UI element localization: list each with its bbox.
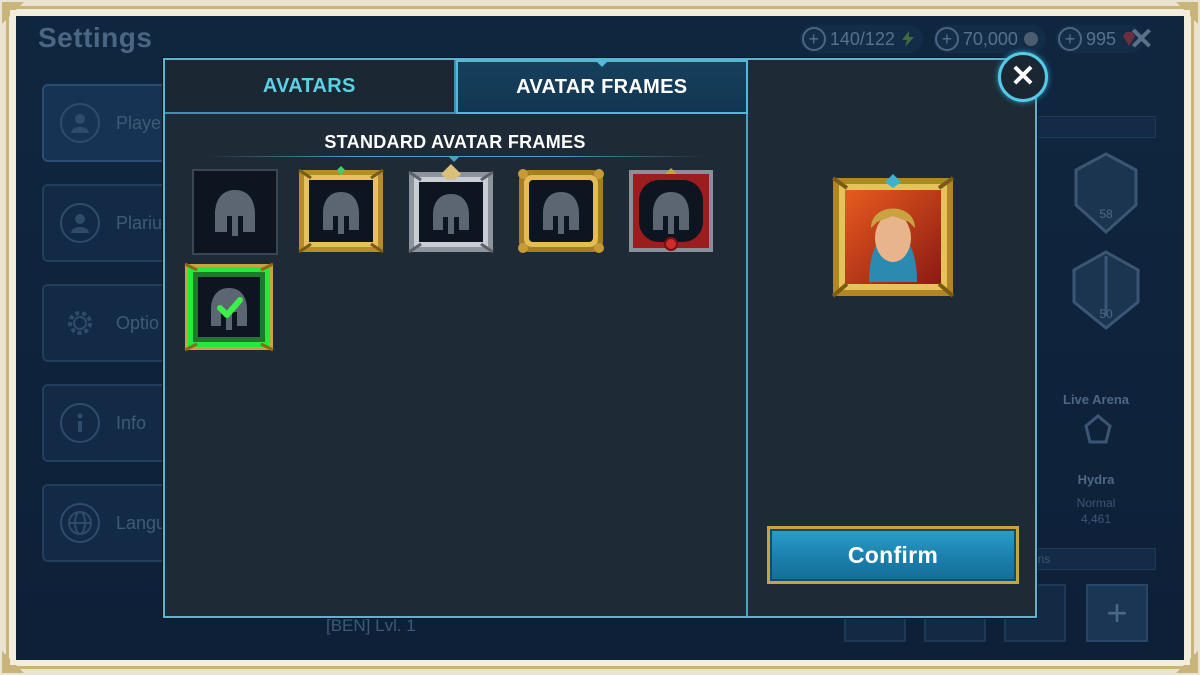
energy-counter[interactable]: + 140/122 xyxy=(799,25,923,53)
live-arena-label: Live Arena xyxy=(1063,392,1129,407)
arena-icon xyxy=(1084,414,1112,444)
avatar-preview xyxy=(829,172,957,300)
rank-badge-level: 58 xyxy=(1099,207,1113,221)
side-menu-label: Langu xyxy=(116,512,167,533)
info-icon xyxy=(60,403,100,443)
add-gem-icon[interactable]: + xyxy=(1057,27,1082,51)
avatar-frames-dialog: AVATARS AVATAR FRAMES STANDARD AVATAR FR… xyxy=(163,52,1048,618)
resource-bar: + 140/122 + 70,000 + 995 xyxy=(799,24,1144,54)
settings-close-icon[interactable]: ✕ xyxy=(1129,22,1154,57)
hydra-score: 4,461 xyxy=(1080,512,1112,526)
helmet-icon xyxy=(653,192,689,234)
hydra-label: Hydra xyxy=(1077,472,1115,487)
add-silver-icon[interactable]: + xyxy=(934,27,959,51)
helmet-icon xyxy=(543,192,579,234)
side-menu-label: Playe xyxy=(116,112,162,133)
side-menu-label: Plariu xyxy=(116,212,163,233)
arena-badge-level: 50 xyxy=(1099,307,1113,321)
frame-silver-crest[interactable] xyxy=(405,164,497,256)
frame-gold-scroll[interactable] xyxy=(515,164,607,256)
tab-label: AVATAR FRAMES xyxy=(516,75,688,98)
globe-icon xyxy=(60,503,100,543)
energy-icon xyxy=(901,31,914,47)
arena-badge-icon: 50 xyxy=(1072,250,1140,330)
frame-green-leaf[interactable] xyxy=(183,260,275,352)
gear-icon xyxy=(60,303,100,343)
background-right-panel: s 58 50 Live Arena Hydra Normal 4,461 on… xyxy=(1026,116,1156,570)
silver-counter[interactable]: + 70,000 xyxy=(932,25,1046,53)
frame-red-dragon[interactable] xyxy=(625,164,717,256)
confirm-button[interactable]: Confirm xyxy=(767,526,1019,584)
frame-none[interactable] xyxy=(189,166,281,258)
helmet-icon xyxy=(323,192,359,234)
close-button[interactable]: ✕ xyxy=(998,52,1048,102)
account-icon xyxy=(60,203,100,243)
side-menu-label: Info xyxy=(116,412,147,433)
silver-coin-icon xyxy=(1023,32,1038,46)
profile-field-2: ons xyxy=(1026,548,1156,570)
silver-value: 70,000 xyxy=(962,28,1018,49)
side-menu-label: Optio xyxy=(116,312,160,333)
tab-avatars[interactable]: AVATARS xyxy=(165,60,456,114)
game-screen: Settings + 140/122 + 70,000 + 995 ✕ Play… xyxy=(16,16,1184,660)
energy-value: 140/122 xyxy=(829,28,895,49)
tab-avatar-frames[interactable]: AVATAR FRAMES xyxy=(455,60,748,114)
section-title: STANDARD AVATAR FRAMES xyxy=(324,132,586,152)
add-slot-button[interactable]: + xyxy=(1086,584,1148,642)
settings-title: Settings xyxy=(38,22,153,53)
gem-value: 995 xyxy=(1085,28,1116,49)
player-level-text: [BEN] Lvl. 1 xyxy=(326,616,416,635)
helmet-icon xyxy=(215,190,255,236)
tab-label: AVATARS xyxy=(262,74,356,97)
helmet-icon xyxy=(433,194,469,234)
frames-list-panel: AVATARS AVATAR FRAMES STANDARD AVATAR FR… xyxy=(165,60,748,616)
profile-field-1: s xyxy=(1026,116,1156,138)
tab-active-marker xyxy=(594,60,609,67)
section-divider-marker xyxy=(448,156,460,162)
rank-badge-icon: 58 xyxy=(1074,152,1138,235)
hydra-difficulty: Normal xyxy=(1076,496,1116,510)
player-icon xyxy=(60,103,100,143)
tab-bar: AVATARS AVATAR FRAMES xyxy=(165,60,748,114)
add-energy-icon[interactable]: + xyxy=(801,27,826,51)
frame-gold-gem[interactable] xyxy=(295,164,387,256)
